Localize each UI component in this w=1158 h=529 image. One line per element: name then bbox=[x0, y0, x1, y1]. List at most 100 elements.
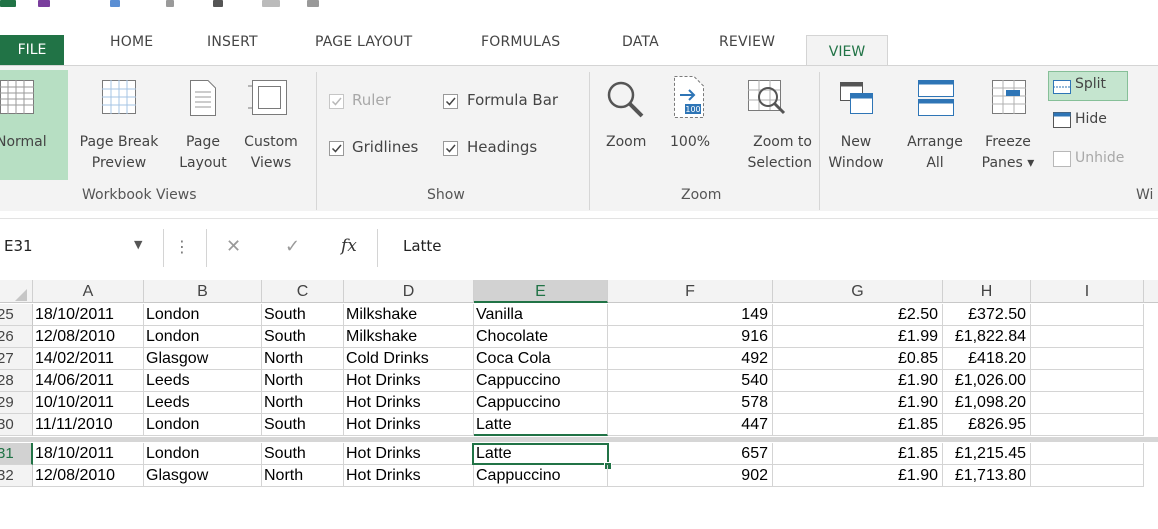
cell-product[interactable]: Chocolate bbox=[474, 326, 608, 348]
undo-icon[interactable] bbox=[110, 0, 120, 7]
cell-quantity[interactable]: 149 bbox=[608, 304, 773, 326]
cell-empty[interactable] bbox=[1031, 392, 1144, 414]
cell-date[interactable]: 11/11/2010 bbox=[33, 414, 144, 436]
column-header-a[interactable]: A bbox=[33, 280, 144, 303]
cell-total[interactable]: £418.20 bbox=[943, 348, 1031, 370]
column-header-c[interactable]: C bbox=[262, 280, 344, 303]
cell-total[interactable]: £826.95 bbox=[943, 414, 1031, 436]
column-header-j[interactable] bbox=[1144, 280, 1158, 303]
cell-quantity[interactable]: 540 bbox=[608, 370, 773, 392]
active-cell[interactable]: Latte bbox=[472, 443, 609, 465]
cell-city[interactable]: Leeds bbox=[144, 392, 262, 414]
normal-view-button[interactable]: Normal bbox=[0, 70, 68, 180]
split-bar[interactable] bbox=[0, 437, 1158, 442]
column-header-b[interactable]: B bbox=[144, 280, 262, 303]
name-box[interactable]: E31 ▼ bbox=[0, 229, 164, 267]
headings-checkbox[interactable] bbox=[443, 141, 458, 156]
tab-review[interactable]: REVIEW bbox=[719, 34, 775, 50]
cell-quantity[interactable]: 578 bbox=[608, 392, 773, 414]
table-icon[interactable] bbox=[262, 0, 280, 7]
cell-date[interactable]: 18/10/2011 bbox=[33, 443, 144, 465]
tab-home[interactable]: HOME bbox=[110, 34, 153, 50]
row-header[interactable]: 30 bbox=[0, 414, 33, 436]
cell-region[interactable]: North bbox=[262, 392, 344, 414]
cell-date[interactable]: 14/02/2011 bbox=[33, 348, 144, 370]
more-options-icon[interactable]: ⋮ bbox=[174, 237, 190, 256]
arrange-all-button[interactable]: Arrange All bbox=[902, 70, 968, 180]
column-header-f[interactable]: F bbox=[608, 280, 773, 303]
cell-empty[interactable] bbox=[1031, 414, 1144, 436]
row-header[interactable]: 27 bbox=[0, 348, 33, 370]
cell-city[interactable]: London bbox=[144, 326, 262, 348]
cell-date[interactable]: 12/08/2010 bbox=[33, 465, 144, 487]
cell-region[interactable]: North bbox=[262, 465, 344, 487]
cell-total[interactable]: £372.50 bbox=[943, 304, 1031, 326]
column-header-e[interactable]: E bbox=[474, 280, 608, 303]
select-all-corner[interactable] bbox=[0, 280, 33, 303]
formula-bar-checkbox[interactable] bbox=[443, 94, 458, 109]
cell-quantity[interactable]: 916 bbox=[608, 326, 773, 348]
cell-total[interactable]: £1,098.20 bbox=[943, 392, 1031, 414]
chevron-down-icon[interactable]: ▼ bbox=[134, 238, 142, 251]
tab-insert[interactable]: INSERT bbox=[207, 34, 258, 50]
cell-category[interactable]: Hot Drinks bbox=[344, 414, 474, 436]
cell-quantity[interactable]: 902 bbox=[608, 465, 773, 487]
row-header[interactable]: 28 bbox=[0, 370, 33, 392]
cell-category[interactable]: Hot Drinks bbox=[344, 370, 474, 392]
cell-product[interactable]: Coca Cola bbox=[474, 348, 608, 370]
cell-date[interactable]: 10/10/2011 bbox=[33, 392, 144, 414]
cell-region[interactable]: South bbox=[262, 326, 344, 348]
tab-page-layout[interactable]: PAGE LAYOUT bbox=[315, 34, 412, 50]
cancel-icon[interactable]: ✕ bbox=[226, 236, 241, 257]
column-header-h[interactable]: H bbox=[943, 280, 1031, 303]
save-icon[interactable] bbox=[38, 0, 50, 7]
cell-city[interactable]: London bbox=[144, 414, 262, 436]
cell-price[interactable]: £1.85 bbox=[773, 443, 943, 465]
cell-price[interactable]: £1.90 bbox=[773, 370, 943, 392]
cell-empty[interactable] bbox=[1031, 370, 1144, 392]
cell-empty[interactable] bbox=[1031, 304, 1144, 326]
column-header-i[interactable]: I bbox=[1031, 280, 1144, 303]
split-button[interactable]: Split bbox=[1048, 71, 1128, 101]
insert-function-icon[interactable]: fx bbox=[341, 236, 357, 256]
new-window-button[interactable]: New Window bbox=[826, 70, 886, 180]
cell-city[interactable]: Glasgow bbox=[144, 348, 262, 370]
column-header-d[interactable]: D bbox=[344, 280, 474, 303]
zoom-button[interactable]: Zoom bbox=[600, 70, 656, 180]
cell-quantity[interactable]: 657 bbox=[609, 443, 773, 465]
cell-quantity[interactable]: 492 bbox=[608, 348, 773, 370]
cell-empty[interactable] bbox=[1031, 443, 1144, 465]
cell-date[interactable]: 18/10/2011 bbox=[33, 304, 144, 326]
cell-date[interactable]: 12/08/2010 bbox=[33, 326, 144, 348]
cell-region[interactable]: North bbox=[262, 348, 344, 370]
cell-category[interactable]: Cold Drinks bbox=[344, 348, 474, 370]
redo-icon[interactable] bbox=[166, 0, 174, 7]
column-header-g[interactable]: G bbox=[773, 280, 943, 303]
formula-input[interactable]: Latte bbox=[377, 229, 1158, 267]
cell-region[interactable]: South bbox=[262, 443, 344, 465]
cell-quantity[interactable]: 447 bbox=[608, 414, 773, 436]
cell-date[interactable]: 14/06/2011 bbox=[33, 370, 144, 392]
tab-data[interactable]: DATA bbox=[622, 34, 659, 50]
cell-product[interactable]: Cappuccino bbox=[474, 392, 608, 414]
cell-total[interactable]: £1,215.45 bbox=[943, 443, 1031, 465]
cell-price[interactable]: £1.90 bbox=[773, 465, 943, 487]
row-header[interactable]: 26 bbox=[0, 326, 33, 348]
cell-product[interactable]: Vanilla bbox=[474, 304, 608, 326]
row-header[interactable]: 32 bbox=[0, 465, 33, 487]
tab-view[interactable]: VIEW bbox=[806, 35, 888, 67]
hide-button[interactable]: Hide bbox=[1048, 106, 1128, 132]
cell-category[interactable]: Hot Drinks bbox=[344, 392, 474, 414]
cell-city[interactable]: Leeds bbox=[144, 370, 262, 392]
cell-region[interactable]: South bbox=[262, 304, 344, 326]
zoom-to-selection-button[interactable]: Zoom to Selection bbox=[726, 70, 812, 180]
row-header[interactable]: 25 bbox=[0, 304, 33, 326]
cell-category[interactable]: Hot Drinks bbox=[344, 465, 474, 487]
cell-price[interactable]: £1.85 bbox=[773, 414, 943, 436]
cell-product[interactable]: Cappuccino bbox=[474, 370, 608, 392]
cell-price[interactable]: £1.90 bbox=[773, 392, 943, 414]
enter-icon[interactable]: ✓ bbox=[285, 236, 300, 257]
cell-city[interactable]: London bbox=[144, 304, 262, 326]
customize-icon[interactable] bbox=[307, 0, 319, 7]
freeze-panes-button[interactable]: Freeze Panes ▾ bbox=[972, 70, 1044, 180]
